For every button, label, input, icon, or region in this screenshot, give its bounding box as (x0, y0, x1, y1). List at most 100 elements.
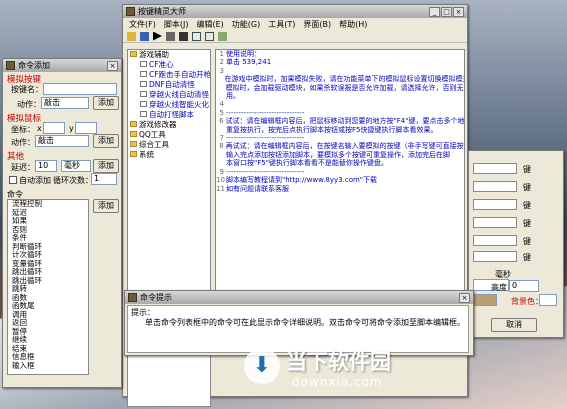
editor-line[interactable]: 1 使用说明： (216, 50, 464, 58)
editor-line[interactable]: 11 如有问题请联系客服 (216, 185, 464, 193)
panel-title: 命令添加 (18, 61, 50, 70)
y-input[interactable] (75, 122, 97, 134)
hint-title: 命令提示 (140, 293, 172, 302)
menu-item-3[interactable]: 功能(G) (228, 19, 264, 30)
auto-add-checkbox[interactable] (9, 176, 17, 184)
script-editor[interactable]: 1 使用说明： 2 单击 539,241 3 在游戏中模拟时，加果模拟失败，请在功能菜单下… (215, 49, 465, 295)
menu-item-4[interactable]: 工具(T) (264, 19, 299, 30)
folder-icon (130, 151, 137, 157)
script-icon (140, 111, 147, 117)
main-title: 按键精灵大师 (138, 7, 186, 16)
command-item[interactable]: 输入框 (8, 361, 88, 371)
add-mouse-button[interactable]: 添加 (93, 134, 119, 148)
tree-item[interactable]: CF准心 (128, 60, 210, 70)
tree-item[interactable]: 穿越火线智能火化 (128, 100, 210, 110)
delay-unit-select[interactable]: 毫秒 (61, 160, 91, 172)
main-titlebar[interactable]: 按键精灵大师 _ □ × (123, 5, 467, 18)
watermark-cn: 当下软件园 (286, 350, 391, 374)
editor-line[interactable]: 6 试试：请在编辑框内容后，把鼠标移动到您要的地方按"F4"键，要点击多个地方， (216, 117, 464, 125)
editor-line[interactable]: 3 (216, 67, 464, 75)
hint-titlebar[interactable]: 命令提示 × (125, 291, 473, 304)
tree-item[interactable]: DNF自动清怪 (128, 80, 210, 90)
grid-icon[interactable] (205, 31, 214, 41)
menu-item-5[interactable]: 界面(B) (299, 19, 335, 30)
bgcolor-select[interactable] (539, 294, 557, 306)
add-key-button[interactable]: 添加 (93, 96, 119, 110)
settings-icon[interactable] (218, 31, 227, 41)
app-icon (126, 7, 135, 16)
script-icon (140, 71, 147, 77)
add-command-button[interactable]: 添加 (93, 199, 119, 213)
tree-item[interactable]: 穿越火线自动清怪 (128, 90, 210, 100)
stop-icon[interactable] (179, 31, 188, 41)
loop-input[interactable]: 1 (91, 173, 117, 185)
editor-line[interactable]: 模拟时，会加载驱动模块，如果杀软误报是否允许加载，请选择允许，否则无法使 (216, 84, 464, 92)
panel-icon (6, 61, 15, 70)
group-other: 其他 (7, 152, 25, 162)
editor-line[interactable]: 10 脚本编写教程请到"http://www.8yy3.com"下载 (216, 176, 464, 184)
tree-item[interactable]: 游戏辅助 (128, 50, 210, 60)
key-input[interactable] (473, 163, 517, 174)
editor-line[interactable]: 重复按执行，按完后点执行脚本按钮或按F5快捷键执行脚本看效果。 (216, 126, 464, 134)
minimize-button[interactable]: _ (429, 6, 440, 17)
folder-icon (130, 141, 137, 147)
editor-line[interactable]: 2 单击 539,241 (216, 58, 464, 66)
coord-label: 坐标： (11, 125, 35, 134)
auto-add-label: 自动添加 (19, 176, 51, 185)
menu-item-1[interactable]: 脚本(J) (160, 19, 193, 30)
editor-line[interactable]: 5 ------------------------------- (216, 109, 464, 117)
key-name-select[interactable] (43, 83, 117, 95)
add-delay-button[interactable]: 添加 (93, 159, 119, 173)
key-label: 键 (523, 219, 531, 228)
open-icon[interactable] (127, 31, 136, 41)
editor-line[interactable]: 在游戏中模拟时，加果模拟失败，请在功能菜单下的模拟鼠标设置切换模拟模式，使用无法… (216, 75, 464, 83)
tree-item[interactable]: 综合工具 (128, 140, 210, 150)
menu-item-0[interactable]: 文件(F) (125, 19, 160, 30)
settings-window: 键键键键键键 毫秒 高度 0 背景色： 取消 (468, 150, 564, 338)
x-label: x (37, 124, 42, 133)
editor-line[interactable]: 用。 (216, 92, 464, 100)
editor-line[interactable]: 本窗口按"F5"键执行脚本看看不是能替你操作键盘。 (216, 159, 464, 167)
cancel-button[interactable]: 取消 (491, 318, 537, 332)
editor-line[interactable]: 8 再试试：请在编辑框内容后，在按键名输入要模拟的按键（非手写键可直接按）， (216, 142, 464, 150)
key-input[interactable] (473, 235, 517, 246)
editor-line[interactable]: 4 (216, 100, 464, 108)
folder-icon (130, 131, 137, 137)
tree-item[interactable]: 游戏修改器 (128, 120, 210, 130)
delay-input[interactable]: 10 (35, 160, 57, 172)
hint-close-button[interactable]: × (459, 292, 470, 303)
editor-line[interactable]: 输入完点添加按钮添加脚本，要模拟多个按键可重复操作，添加完后在脚 (216, 151, 464, 159)
x-input[interactable] (43, 122, 65, 134)
panel-titlebar[interactable]: 命令添加 × (3, 59, 121, 72)
mouse-action-select[interactable]: 敲击 (35, 135, 89, 147)
window-icon[interactable] (192, 31, 201, 41)
key-label: 键 (523, 253, 531, 262)
menu-item-6[interactable]: 帮助(H) (335, 19, 371, 30)
save-icon[interactable] (140, 31, 149, 41)
watermark: ⬇ 当下软件园 downxia.com (244, 344, 434, 402)
fgcolor-select[interactable] (473, 294, 497, 306)
tree-item[interactable]: QQ工具 (128, 130, 210, 140)
maximize-button[interactable]: □ (441, 6, 452, 17)
action-select[interactable]: 敲击 (41, 97, 89, 109)
key-input[interactable] (473, 181, 517, 192)
key-input[interactable] (473, 199, 517, 210)
close-button[interactable]: × (453, 6, 464, 17)
script-icon (140, 81, 147, 87)
command-list[interactable]: 流程控制 延迟 如果 否则 条件 判断循环 计次循环 变量循环 跳出循环 跳出循… (7, 199, 89, 375)
key-input[interactable] (473, 217, 517, 228)
pause-icon[interactable] (166, 31, 175, 41)
folder-icon (130, 51, 137, 57)
height-input[interactable]: 0 (509, 280, 539, 292)
panel-close-button[interactable]: × (107, 60, 118, 71)
menu-item-2[interactable]: 编辑(E) (192, 19, 227, 30)
tree-item[interactable]: 系统 (128, 150, 210, 160)
key-input[interactable] (473, 251, 517, 262)
script-icon (140, 61, 147, 67)
editor-line[interactable]: 7 ------------------------------- (216, 134, 464, 142)
editor-line[interactable]: 9 ------------------------------- (216, 168, 464, 176)
toolbar (123, 30, 467, 43)
tree-item[interactable]: 自动打怪脚本 (128, 110, 210, 120)
tree-item[interactable]: CF跑击手自动开枪 (128, 70, 210, 80)
play-icon[interactable] (153, 31, 162, 41)
